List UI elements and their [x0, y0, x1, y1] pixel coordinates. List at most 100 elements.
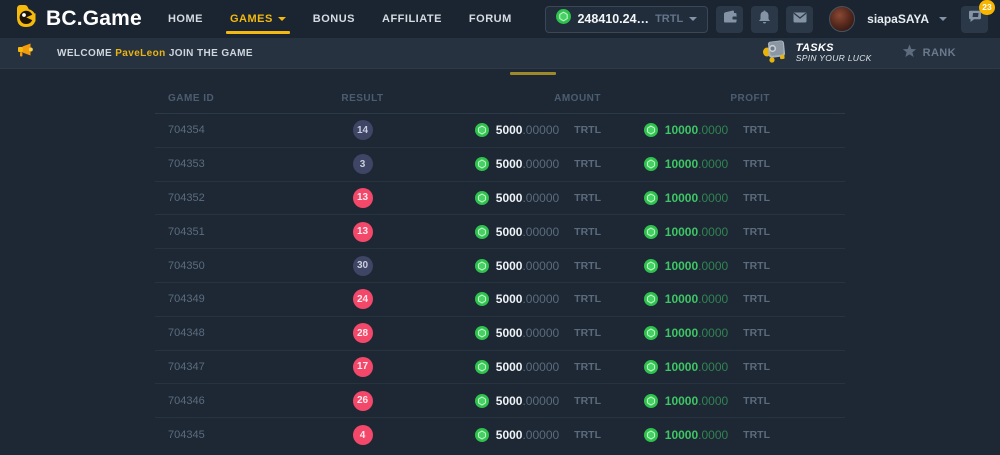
welcome-prefix: WELCOME: [57, 48, 115, 59]
table-row[interactable]: 704350 30 5000.00000 TRTL 10000.0: [155, 249, 845, 283]
amount-cell: 5000.00000 TRTL: [420, 157, 601, 171]
amount-currency: TRTL: [574, 226, 601, 238]
table-row[interactable]: 704349 24 5000.00000 TRTL 10000.0: [155, 283, 845, 317]
nav-forum[interactable]: FORUM: [469, 0, 512, 38]
profit-decimal: .0000: [698, 259, 728, 273]
amount-integer: 5000: [496, 292, 523, 306]
table-row[interactable]: 704346 26 5000.00000 TRTL 10000.0: [155, 384, 845, 418]
profit-integer: 10000: [665, 326, 698, 340]
tasks-subtitle: SPIN YOUR LUCK: [796, 54, 872, 64]
balance-selector[interactable]: 248410.24… TRTL: [545, 6, 708, 33]
spinner-machine-icon: [760, 39, 788, 68]
profit-decimal: .0000: [698, 360, 728, 374]
profit-decimal: .0000: [698, 123, 728, 137]
nav-games[interactable]: GAMES: [230, 0, 286, 38]
coin-icon: [475, 326, 489, 340]
profit-decimal: .0000: [698, 292, 728, 306]
game-id-cell: 704352: [155, 192, 305, 204]
amount-currency: TRTL: [574, 260, 601, 272]
col-header-amount: AMOUNT: [420, 93, 601, 104]
amount-integer: 5000: [496, 259, 523, 273]
coin-icon: [644, 225, 658, 239]
profit-currency: TRTL: [743, 124, 770, 136]
table-row[interactable]: 704347 17 5000.00000 TRTL 10000.0: [155, 351, 845, 385]
coin-icon: [475, 225, 489, 239]
profit-integer: 10000: [665, 225, 698, 239]
table-row[interactable]: 704348 28 5000.00000 TRTL 10000.0: [155, 317, 845, 351]
game-id-cell: 704345: [155, 429, 305, 441]
brand-logo[interactable]: BC.Game: [12, 3, 142, 36]
chat-icon: [968, 10, 982, 28]
coin-icon: [475, 292, 489, 306]
amount-integer: 5000: [496, 191, 523, 205]
notifications-button[interactable]: [751, 6, 778, 33]
game-id-cell: 704349: [155, 293, 305, 305]
profit-decimal: .0000: [698, 157, 728, 171]
amount-currency: TRTL: [574, 293, 601, 305]
amount-currency: TRTL: [574, 192, 601, 204]
tasks-labels: TASKS SPIN YOUR LUCK: [796, 42, 872, 64]
table-row[interactable]: 704351 13 5000.00000 TRTL 10000.0: [155, 215, 845, 249]
amount-currency: TRTL: [574, 158, 601, 170]
table-row[interactable]: 704352 13 5000.00000 TRTL 10000.0: [155, 182, 845, 216]
profit-integer: 10000: [665, 292, 698, 306]
main-content: GAME ID RESULT AMOUNT PROFIT 704354 14 5…: [0, 68, 1000, 455]
col-header-result: RESULT: [305, 93, 420, 104]
game-id-cell: 704353: [155, 158, 305, 170]
amount-cell: 5000.00000 TRTL: [420, 259, 601, 273]
tasks-widget[interactable]: TASKS SPIN YOUR LUCK: [760, 39, 872, 68]
brand-name: BC.Game: [46, 7, 142, 31]
profit-currency: TRTL: [743, 158, 770, 170]
star-icon: [902, 44, 917, 63]
nav-affiliate[interactable]: AFFILIATE: [382, 0, 442, 38]
profit-integer: 10000: [665, 123, 698, 137]
table-row[interactable]: 704353 3 5000.00000 TRTL 10000.00: [155, 148, 845, 182]
chat-unread-badge: 23: [979, 0, 995, 15]
amount-cell: 5000.00000 TRTL: [420, 360, 601, 374]
result-badge: 13: [353, 222, 373, 242]
result-badge: 14: [353, 120, 373, 140]
welcome-suffix: JOIN THE GAME: [166, 48, 253, 59]
coin-icon: [556, 9, 571, 29]
coin-icon: [644, 360, 658, 374]
coin-icon: [644, 428, 658, 442]
balance-value: 248410.24…: [577, 12, 649, 26]
table-row[interactable]: 704354 14 5000.00000 TRTL 10000.0: [155, 114, 845, 148]
coin-icon: [644, 292, 658, 306]
profit-cell: 10000.0000 TRTL: [601, 394, 770, 408]
profit-currency: TRTL: [743, 226, 770, 238]
bell-icon: [758, 10, 771, 29]
col-header-profit: PROFIT: [601, 93, 770, 104]
coin-icon: [475, 394, 489, 408]
profit-currency: TRTL: [743, 395, 770, 407]
chat-button[interactable]: 23: [961, 6, 988, 33]
game-id-cell: 704354: [155, 124, 305, 136]
messages-button[interactable]: [786, 6, 813, 33]
game-id-cell: 704348: [155, 327, 305, 339]
profit-integer: 10000: [665, 394, 698, 408]
profit-integer: 10000: [665, 191, 698, 205]
amount-cell: 5000.00000 TRTL: [420, 292, 601, 306]
coin-icon: [644, 157, 658, 171]
amount-decimal: .00000: [522, 292, 559, 306]
nav-home[interactable]: HOME: [168, 0, 203, 38]
username[interactable]: siapaSAYA: [867, 12, 929, 26]
welcome-message: WELCOME PaveLeon JOIN THE GAME: [16, 43, 253, 63]
coin-icon: [475, 157, 489, 171]
welcome-username: PaveLeon: [115, 48, 165, 59]
table-row[interactable]: 704345 4 5000.00000 TRTL 10000.00: [155, 418, 845, 452]
active-tab-indicator: [510, 72, 556, 75]
rank-widget[interactable]: RANK: [902, 44, 956, 63]
profit-decimal: .0000: [698, 191, 728, 205]
wallet-button[interactable]: [716, 6, 743, 33]
profit-integer: 10000: [665, 428, 698, 442]
banner-right: TASKS SPIN YOUR LUCK RANK: [760, 39, 956, 68]
amount-decimal: .00000: [522, 225, 559, 239]
header-right: 248410.24… TRTL: [545, 6, 988, 33]
profit-cell: 10000.0000 TRTL: [601, 428, 770, 442]
amount-currency: TRTL: [574, 395, 601, 407]
profit-cell: 10000.0000 TRTL: [601, 123, 770, 137]
profit-cell: 10000.0000 TRTL: [601, 157, 770, 171]
nav-bonus[interactable]: BONUS: [313, 0, 355, 38]
avatar[interactable]: [829, 6, 855, 32]
